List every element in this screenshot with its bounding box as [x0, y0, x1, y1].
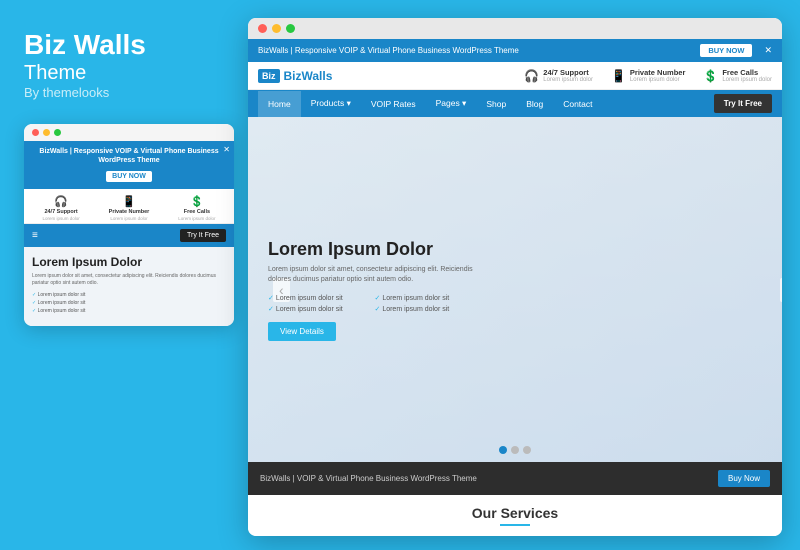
mobile-mockup: BizWalls | Responsive VOIP & Virtual Pho… — [24, 124, 234, 327]
feature-private: 📱 Private Number Lorem ipsum dolor — [611, 68, 685, 83]
feature-free-calls-sub: Lorem ipsum dolor — [722, 77, 772, 83]
desktop-dots — [248, 18, 782, 39]
mobile-dot-yellow — [43, 129, 50, 136]
desktop-nav: Home Products ▾ VOIP Rates Pages ▾ Shop … — [248, 90, 782, 117]
nav-blog[interactable]: Blog — [516, 91, 553, 117]
nav-products[interactable]: Products ▾ — [301, 90, 361, 117]
mobile-nav-bar: ≡ Try It Free — [24, 224, 234, 247]
desktop-top-bar: BizWalls | Responsive VOIP & Virtual Pho… — [248, 39, 782, 62]
support-label: 24/7 Support — [44, 209, 77, 215]
mobile-buy-button[interactable]: BUY NOW — [106, 171, 152, 182]
mobile-dots — [24, 124, 234, 141]
logo-icon: Biz — [258, 69, 280, 83]
desktop-hero: Lorem Ipsum Dolor Lorem ipsum dolor sit … — [248, 117, 782, 462]
view-details-button[interactable]: View Details — [268, 322, 336, 341]
feature-support-label: 24/7 Support — [543, 68, 593, 77]
mobile-icon-private: 📱 Private Number Lorem ipsum dolor — [109, 195, 150, 221]
theme-title: Biz Walls — [24, 30, 228, 61]
nav-shop[interactable]: Shop — [476, 91, 516, 117]
left-panel: Biz Walls Theme By themelooks BizWalls |… — [0, 0, 248, 550]
nav-pages[interactable]: Pages ▾ — [426, 90, 477, 117]
hero-title: Lorem Ipsum Dolor — [268, 239, 478, 260]
page-container: Biz Walls Theme By themelooks BizWalls |… — [0, 0, 800, 550]
feature-private-sub: Lorem ipsum dolor — [630, 77, 685, 83]
free-calls-label: Free Calls — [184, 209, 210, 215]
desktop-try-it-free-button[interactable]: Try It Free — [714, 94, 772, 113]
slider-dots — [499, 446, 531, 454]
phone-icon: 📱 — [611, 69, 626, 83]
footer-buy-button[interactable]: Buy Now — [718, 470, 770, 487]
slider-dot-3[interactable] — [523, 446, 531, 454]
desktop-buy-now-button[interactable]: BUY NOW — [700, 44, 752, 57]
desktop-dot-yellow — [272, 24, 281, 33]
desktop-dot-green — [286, 24, 295, 33]
feature-free-calls: 💲 Free Calls Lorem ipsum dolor — [703, 68, 772, 83]
desktop-footer-bar: BizWalls | VOIP & Virtual Phone Business… — [248, 462, 782, 495]
desktop-close-icon[interactable]: ✕ — [764, 45, 772, 56]
feature-support: 🎧 24/7 Support Lorem ipsum dolor — [524, 68, 593, 83]
right-panel: BizWalls | Responsive VOIP & Virtual Pho… — [248, 0, 800, 550]
nav-voip-rates[interactable]: VOIP Rates — [361, 91, 426, 117]
mobile-browser-bar: BizWalls | Responsive VOIP & Virtual Pho… — [24, 141, 234, 189]
feature-private-label: Private Number — [630, 68, 685, 77]
slider-dot-2[interactable] — [511, 446, 519, 454]
desktop-logo: Biz BizWalls — [258, 69, 332, 83]
hero-checks: Lorem ipsum dolor sit Lorem ipsum dolor … — [268, 294, 478, 313]
mobile-hero: Lorem Ipsum Dolor Lorem ipsum dolor sit … — [24, 247, 234, 326]
desktop-features: 🎧 24/7 Support Lorem ipsum dolor 📱 Priva… — [524, 68, 772, 83]
desktop-services: Our Services — [248, 495, 782, 536]
theme-title-block: Biz Walls Theme By themelooks — [24, 30, 228, 100]
mobile-close-icon[interactable]: ✕ — [223, 145, 230, 154]
hero-check-4: Lorem ipsum dolor sit — [375, 305, 479, 313]
mobile-dot-red — [32, 129, 39, 136]
support-icon: 🎧 — [54, 195, 68, 208]
mobile-check-1: Lorem ipsum dolor sit — [32, 292, 226, 298]
services-underline — [500, 524, 530, 526]
mobile-dot-green — [54, 129, 61, 136]
mobile-browser-bar-wrapper: BizWalls | Responsive VOIP & Virtual Pho… — [24, 141, 234, 189]
hero-check-1: Lorem ipsum dolor sit — [268, 294, 372, 302]
mobile-icon-free-calls: 💲 Free Calls Lorem ipsum dolor — [178, 195, 215, 221]
logo-text: BizWalls — [284, 69, 333, 83]
hero-check-2: Lorem ipsum dolor sit — [375, 294, 479, 302]
hero-content: Lorem Ipsum Dolor Lorem ipsum dolor sit … — [268, 239, 478, 341]
desktop-brand-bar: Biz BizWalls 🎧 24/7 Support Lorem ipsum … — [248, 62, 782, 90]
mobile-check-2: Lorem ipsum dolor sit — [32, 300, 226, 306]
private-sublabel: Lorem ipsum dolor — [110, 216, 147, 221]
nav-contact[interactable]: Contact — [553, 91, 602, 117]
mobile-icons-row: 🎧 24/7 Support Lorem ipsum dolor 📱 Priva… — [24, 189, 234, 224]
headphone-icon: 🎧 — [524, 69, 539, 83]
mobile-hero-title: Lorem Ipsum Dolor — [32, 255, 226, 269]
mobile-bar-text: BizWalls | Responsive VOIP & Virtual Pho… — [32, 147, 226, 165]
support-sublabel: Lorem ipsum dolor — [42, 216, 79, 221]
hero-check-3: Lorem ipsum dolor sit — [268, 305, 372, 313]
mobile-check-3: Lorem ipsum dolor sit — [32, 308, 226, 314]
footer-text: BizWalls | VOIP & Virtual Phone Business… — [260, 474, 477, 483]
slider-dot-1[interactable] — [499, 446, 507, 454]
mobile-try-it-free-button[interactable]: Try It Free — [180, 229, 226, 242]
desktop-mockup: BizWalls | Responsive VOIP & Virtual Pho… — [248, 18, 782, 536]
mobile-icon-support: 🎧 24/7 Support Lorem ipsum dolor — [42, 195, 79, 221]
hamburger-icon[interactable]: ≡ — [32, 230, 38, 241]
services-title: Our Services — [258, 505, 772, 521]
feature-support-sub: Lorem ipsum dolor — [543, 77, 593, 83]
desktop-bar-text: BizWalls | Responsive VOIP & Virtual Pho… — [258, 46, 519, 55]
nav-home[interactable]: Home — [258, 91, 301, 117]
private-icon: 📱 — [122, 195, 136, 208]
private-label: Private Number — [109, 209, 150, 215]
feature-free-calls-label: Free Calls — [722, 68, 772, 77]
dollar-icon: 💲 — [703, 69, 718, 83]
mobile-hero-desc: Lorem ipsum dolor sit amet, consectetur … — [32, 273, 226, 287]
theme-subtitle: Theme — [24, 61, 228, 85]
hero-desc: Lorem ipsum dolor sit amet, consectetur … — [268, 265, 478, 286]
mobile-check-list: Lorem ipsum dolor sit Lorem ipsum dolor … — [32, 292, 226, 314]
desktop-dot-red — [258, 24, 267, 33]
theme-author: By themelooks — [24, 85, 228, 100]
free-calls-sublabel: Lorem ipsum dolor — [178, 216, 215, 221]
free-calls-icon: 💲 — [190, 195, 204, 208]
